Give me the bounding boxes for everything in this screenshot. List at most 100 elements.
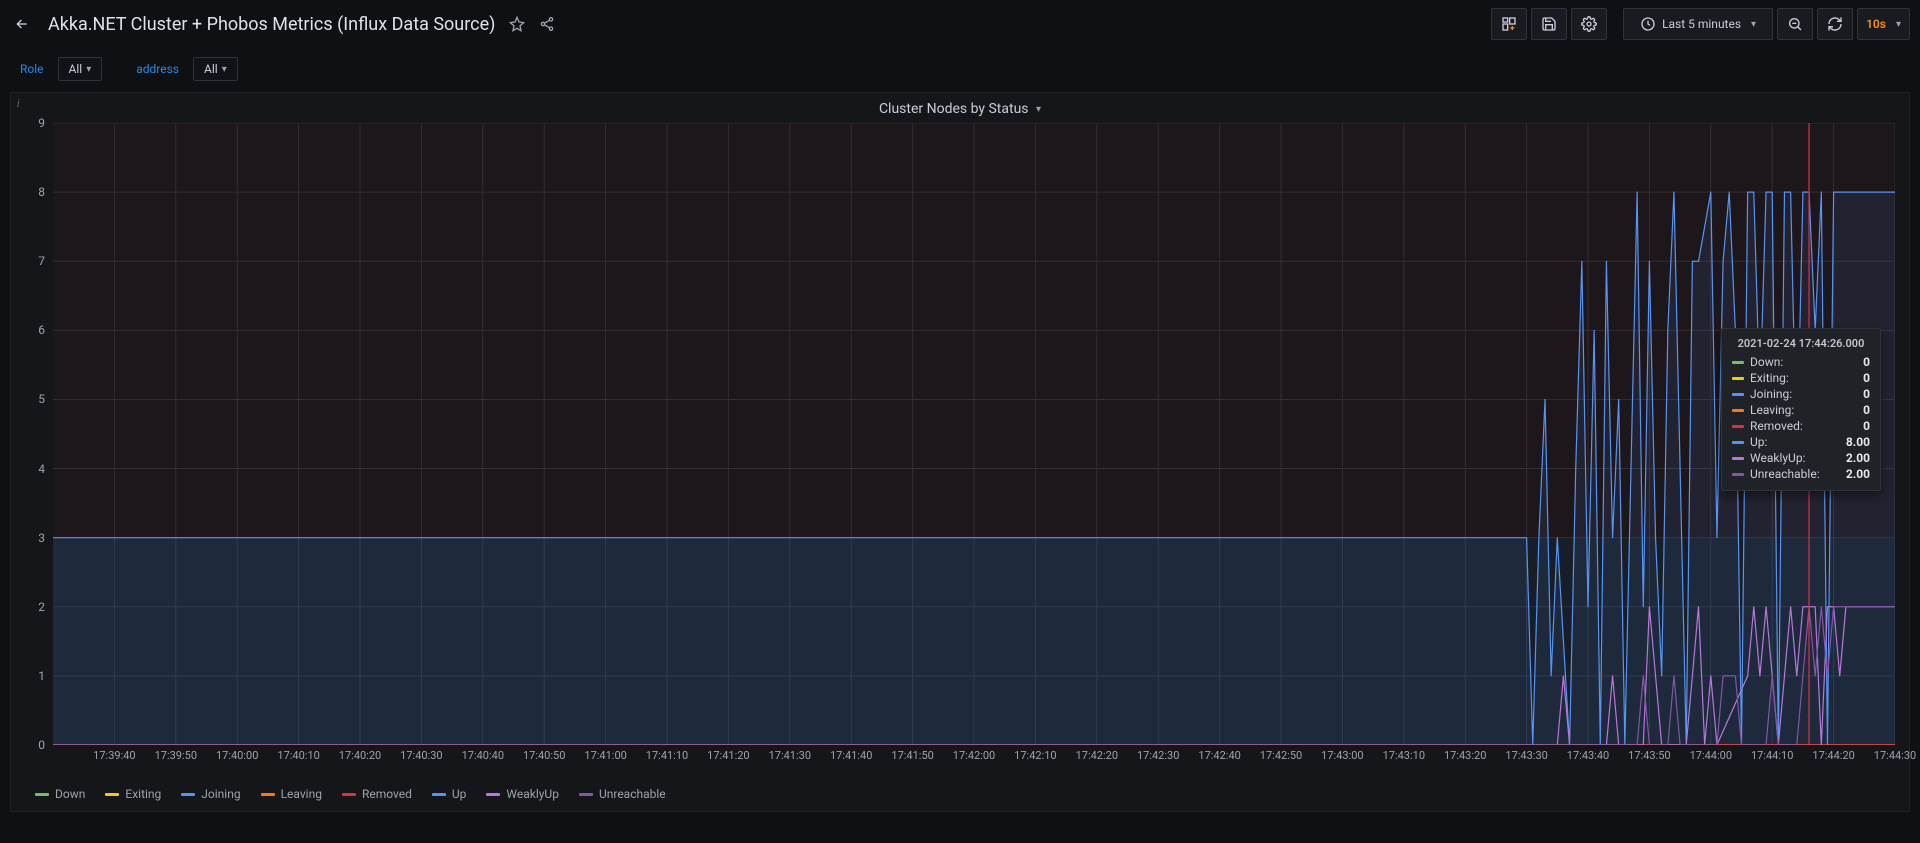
x-axis-tick: 17:44:10 bbox=[1751, 749, 1793, 762]
panel-title[interactable]: Cluster Nodes by Status bbox=[879, 101, 1029, 117]
x-axis-tick: 17:41:20 bbox=[707, 749, 749, 762]
x-axis-tick: 17:39:40 bbox=[93, 749, 135, 762]
legend-label: Joining bbox=[201, 787, 240, 801]
legend-label: WeaklyUp bbox=[506, 787, 559, 801]
y-axis-tick: 9 bbox=[38, 116, 45, 130]
y-axis-tick: 5 bbox=[38, 392, 45, 406]
variable-role-label[interactable]: Role bbox=[14, 62, 50, 76]
x-axis-tick: 17:43:30 bbox=[1505, 749, 1547, 762]
favorite-icon[interactable] bbox=[509, 16, 525, 32]
y-axis: 0123456789 bbox=[11, 123, 53, 745]
x-axis-tick: 17:43:40 bbox=[1567, 749, 1609, 762]
tooltip-row: Down:0 bbox=[1732, 354, 1870, 370]
legend-swatch bbox=[432, 793, 446, 796]
tooltip-row: Unreachable:2.00 bbox=[1732, 466, 1870, 482]
x-axis-tick: 17:42:20 bbox=[1076, 749, 1118, 762]
x-axis-tick: 17:39:50 bbox=[155, 749, 197, 762]
x-axis-tick: 17:43:00 bbox=[1321, 749, 1363, 762]
y-axis-tick: 7 bbox=[38, 254, 45, 268]
settings-button[interactable] bbox=[1571, 8, 1607, 40]
variable-role-select[interactable]: All ▾ bbox=[58, 57, 103, 81]
x-axis-tick: 17:43:50 bbox=[1628, 749, 1670, 762]
chevron-down-icon: ▾ bbox=[1896, 19, 1901, 30]
legend-label: Leaving bbox=[281, 787, 322, 801]
x-axis-tick: 17:43:20 bbox=[1444, 749, 1486, 762]
x-axis-tick: 17:42:30 bbox=[1137, 749, 1179, 762]
x-axis-tick: 17:44:20 bbox=[1812, 749, 1854, 762]
chevron-down-icon: ▾ bbox=[1751, 19, 1756, 30]
tooltip-row: Removed:0 bbox=[1732, 418, 1870, 434]
x-axis: 17:39:40 17:39:50 17:40:00 17:40:10 17:40:20… bbox=[53, 747, 1895, 765]
zoom-out-button[interactable] bbox=[1777, 8, 1813, 40]
x-axis-tick: 17:40:50 bbox=[523, 749, 565, 762]
variable-role-value: All bbox=[69, 62, 83, 76]
tooltip-row: Leaving:0 bbox=[1732, 402, 1870, 418]
legend-label: Up bbox=[452, 787, 467, 801]
dashboard-title[interactable]: Akka.NET Cluster + Phobos Metrics (Influ… bbox=[48, 14, 495, 35]
x-axis-tick: 17:41:30 bbox=[769, 749, 811, 762]
y-axis-tick: 1 bbox=[38, 669, 45, 683]
x-axis-tick: 17:41:00 bbox=[584, 749, 626, 762]
variable-address-select[interactable]: All ▾ bbox=[193, 57, 238, 81]
x-axis-tick: 17:40:30 bbox=[400, 749, 442, 762]
x-axis-tick: 17:42:50 bbox=[1260, 749, 1302, 762]
y-axis-tick: 4 bbox=[38, 462, 45, 476]
chart-legend: Down Exiting Joining Leaving Removed Up Weakly… bbox=[35, 787, 666, 801]
x-axis-tick: 17:41:50 bbox=[891, 749, 933, 762]
legend-swatch bbox=[579, 793, 593, 796]
legend-item[interactable]: Leaving bbox=[261, 787, 322, 801]
y-axis-tick: 6 bbox=[38, 323, 45, 337]
tooltip-row: Up:8.00 bbox=[1732, 434, 1870, 450]
refresh-interval-picker[interactable]: 10s ▾ bbox=[1857, 8, 1910, 40]
x-axis-tick: 17:42:00 bbox=[953, 749, 995, 762]
legend-item[interactable]: Joining bbox=[181, 787, 240, 801]
x-axis-tick: 17:42:10 bbox=[1014, 749, 1056, 762]
back-icon[interactable] bbox=[10, 12, 34, 36]
tooltip-row: Joining:0 bbox=[1732, 386, 1870, 402]
variable-address-label[interactable]: address bbox=[130, 62, 185, 76]
legend-item[interactable]: Removed bbox=[342, 787, 412, 801]
legend-swatch bbox=[105, 793, 119, 796]
y-axis-tick: 3 bbox=[38, 531, 45, 545]
x-axis-tick: 17:41:10 bbox=[646, 749, 688, 762]
refresh-interval-label: 10s bbox=[1866, 17, 1886, 31]
legend-item[interactable]: Up bbox=[432, 787, 467, 801]
add-panel-button[interactable] bbox=[1491, 8, 1527, 40]
x-axis-tick: 17:40:20 bbox=[339, 749, 381, 762]
chart-plot-area[interactable] bbox=[53, 123, 1895, 745]
legend-swatch bbox=[261, 793, 275, 796]
x-axis-tick: 17:41:40 bbox=[830, 749, 872, 762]
share-icon[interactable] bbox=[539, 16, 555, 32]
tooltip-row: Exiting:0 bbox=[1732, 370, 1870, 386]
y-axis-tick: 8 bbox=[38, 185, 45, 199]
refresh-button[interactable] bbox=[1817, 8, 1853, 40]
x-axis-tick: 17:40:40 bbox=[462, 749, 504, 762]
legend-swatch bbox=[35, 793, 49, 796]
x-axis-tick: 17:40:00 bbox=[216, 749, 258, 762]
x-axis-tick: 17:42:40 bbox=[1198, 749, 1240, 762]
legend-item[interactable]: Down bbox=[35, 787, 85, 801]
legend-item[interactable]: Exiting bbox=[105, 787, 161, 801]
chart-tooltip: 2021-02-24 17:44:26.000 Down:0Exiting:0J… bbox=[1721, 328, 1881, 491]
y-axis-tick: 2 bbox=[38, 600, 45, 614]
tooltip-timestamp: 2021-02-24 17:44:26.000 bbox=[1732, 337, 1870, 350]
legend-swatch bbox=[486, 793, 500, 796]
legend-label: Down bbox=[55, 787, 85, 801]
x-axis-tick: 17:44:00 bbox=[1690, 749, 1732, 762]
x-axis-tick: 17:40:10 bbox=[277, 749, 319, 762]
legend-item[interactable]: Unreachable bbox=[579, 787, 666, 801]
legend-swatch bbox=[181, 793, 195, 796]
legend-label: Unreachable bbox=[599, 787, 666, 801]
chevron-down-icon: ▾ bbox=[222, 64, 227, 75]
save-dashboard-button[interactable] bbox=[1531, 8, 1567, 40]
x-axis-tick: 17:44:30 bbox=[1874, 749, 1916, 762]
chevron-down-icon: ▾ bbox=[86, 64, 91, 75]
x-axis-tick: 17:43:10 bbox=[1383, 749, 1425, 762]
panel-cluster-nodes-by-status: i Cluster Nodes by Status ▾ 0123456789 1… bbox=[10, 92, 1910, 812]
legend-label: Exiting bbox=[125, 787, 161, 801]
chevron-down-icon[interactable]: ▾ bbox=[1036, 104, 1041, 115]
legend-item[interactable]: WeaklyUp bbox=[486, 787, 559, 801]
time-range-picker[interactable]: Last 5 minutes ▾ bbox=[1623, 8, 1773, 40]
tooltip-row: WeaklyUp:2.00 bbox=[1732, 450, 1870, 466]
legend-swatch bbox=[342, 793, 356, 796]
